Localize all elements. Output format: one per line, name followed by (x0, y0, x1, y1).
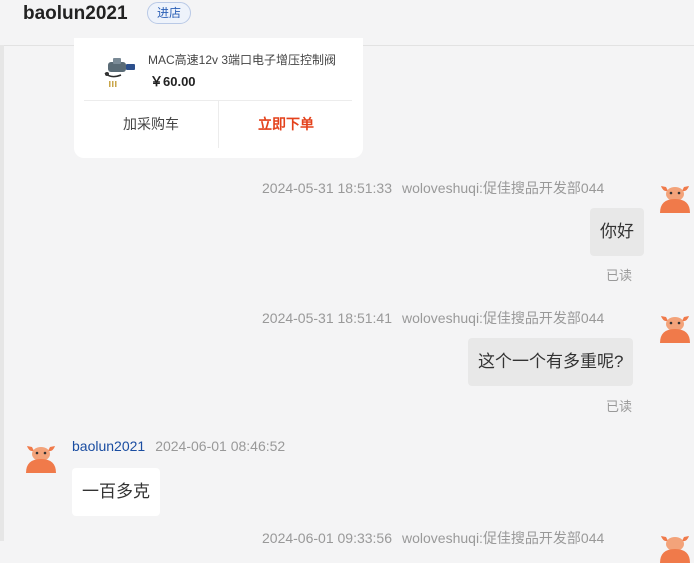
message-meta: 2024-05-31 18:51:33 woloveshuqi:促佳搜品开发部04… (262, 178, 604, 198)
product-price: ￥60.00 (150, 74, 196, 89)
message-bubble: 这个一个有多重呢? (468, 338, 634, 386)
product-title[interactable]: MAC高速12v 3端口电子增压控制阀 (148, 51, 344, 68)
avatar-bull-icon[interactable] (657, 527, 693, 563)
message-meta: baolun2021 2024-06-01 08:46:52 (72, 438, 285, 454)
message-bubble: 一百多克 (72, 468, 160, 516)
message-timestamp: 2024-06-01 08:46:52 (155, 438, 286, 454)
enter-store-button[interactable]: 进店 (147, 2, 192, 24)
read-status: 已读 (606, 399, 633, 414)
message-meta: 2024-05-31 18:51:41 woloveshuqi:促佳搜品开发部04… (262, 308, 604, 328)
message-sender: woloveshuqi:促佳搜品开发部044 (402, 310, 605, 326)
message-bubble: 你好 (590, 208, 644, 256)
avatar-bull-icon[interactable] (657, 307, 693, 343)
read-status: 已读 (606, 268, 633, 283)
add-to-cart-button[interactable]: 加采购车 (84, 101, 218, 148)
product-card[interactable]: MAC高速12v 3端口电子增压控制阀 ￥60.00 加采购车 立即下单 (74, 38, 363, 158)
avatar-bull-icon[interactable] (23, 437, 59, 473)
message-meta: 2024-06-01 09:33:56 woloveshuqi:促佳搜品开发部04… (262, 528, 604, 548)
avatar-bull-icon[interactable] (657, 177, 693, 213)
left-edge-divider (0, 45, 4, 541)
message-sender[interactable]: baolun2021 (72, 438, 145, 454)
message-sender: woloveshuqi:促佳搜品开发部044 (402, 180, 605, 196)
message-timestamp: 2024-05-31 18:51:33 (262, 180, 392, 196)
product-thumbnail (104, 58, 135, 87)
buy-now-button[interactable]: 立即下单 (219, 101, 353, 148)
message-sender: woloveshuqi:促佳搜品开发部044 (402, 530, 605, 546)
message-timestamp: 2024-05-31 18:51:41 (262, 310, 392, 326)
shop-name: baolun2021 (23, 3, 128, 24)
message-timestamp: 2024-06-01 09:33:56 (262, 530, 392, 546)
